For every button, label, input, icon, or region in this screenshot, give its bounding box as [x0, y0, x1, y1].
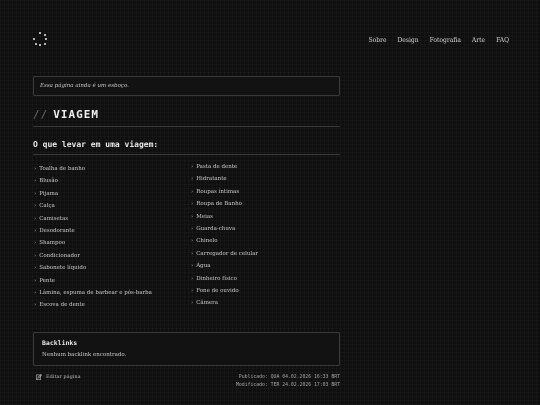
list-item: Sabonete líquido — [34, 262, 152, 274]
top-nav: Sobre Design Fotografia Arte FAQ — [358, 37, 509, 44]
list-item: Calça — [34, 200, 152, 212]
backlinks-empty-text: Nenhum backlink encontrado. — [42, 352, 127, 358]
list-item: Condicionador — [34, 250, 152, 262]
list-item: Dinheiro físico — [191, 273, 258, 285]
page-title-text: VIAGEM — [53, 108, 99, 121]
backlinks-heading: Backlinks — [42, 339, 78, 347]
list-item: Camisetas — [34, 213, 152, 225]
nav-link-design[interactable]: Design — [398, 37, 419, 44]
section-heading: O que levar em uma viagem: — [33, 140, 159, 149]
list-item: Chinelo — [191, 235, 258, 247]
list-item: Meias — [191, 211, 258, 223]
packing-list-left: Toalha de banho Blusão Pijama Calça Cami… — [34, 163, 152, 312]
list-item: Lâmina, espuma de barbear e pós-barba — [34, 287, 152, 299]
nav-link-fotografia[interactable]: Fotografia — [430, 37, 461, 44]
list-item: Hidratante — [191, 173, 258, 185]
site-logo-icon[interactable] — [33, 32, 47, 46]
published-date: Publicado: QUA 04.02.2026 16:33 BRT — [238, 375, 340, 380]
list-item: Câmera — [191, 297, 258, 309]
nav-link-sobre[interactable]: Sobre — [369, 37, 387, 44]
list-item: Toalha de banho — [34, 163, 152, 175]
title-prefix: // — [33, 108, 49, 121]
edit-icon — [36, 374, 42, 380]
list-item: Blusão — [34, 175, 152, 187]
page-dates: Publicado: QUA 04.02.2026 16:33 BRT Modi… — [236, 374, 340, 389]
list-item: Desodorante — [34, 225, 152, 237]
list-item: Água — [191, 260, 258, 272]
list-item: Roupas íntimas — [191, 186, 258, 198]
list-item: Guarda-chuva — [191, 223, 258, 235]
page-title: // VIAGEM — [33, 108, 99, 121]
list-item: Pente — [34, 275, 152, 287]
edit-page-label: Editar página — [46, 374, 81, 380]
edit-page-link[interactable]: Editar página — [36, 374, 81, 380]
list-item: Shampoo — [34, 237, 152, 249]
packing-list-right: Pasta de dente Hidratante Roupas íntimas… — [191, 161, 258, 310]
list-item: Roupa de Banho — [191, 198, 258, 210]
list-item: Carregador de celular — [191, 248, 258, 260]
list-item: Pijama — [34, 188, 152, 200]
list-item: Fone de ouvido — [191, 285, 258, 297]
modified-date: Modificado: TER 24.02.2026 17:03 BRT — [236, 382, 340, 388]
list-item: Escova de dente — [34, 299, 152, 311]
nav-link-arte[interactable]: Arte — [472, 37, 485, 44]
nav-link-faq[interactable]: FAQ — [496, 37, 509, 44]
backlinks-panel: Backlinks Nenhum backlink encontrado. — [33, 332, 340, 366]
section-divider — [33, 154, 340, 155]
draft-notice-text: Essa página ainda é um esboço. — [40, 83, 129, 89]
list-item: Pasta de dente — [191, 161, 258, 173]
title-divider — [33, 126, 340, 127]
draft-notice: Essa página ainda é um esboço. — [33, 76, 340, 96]
